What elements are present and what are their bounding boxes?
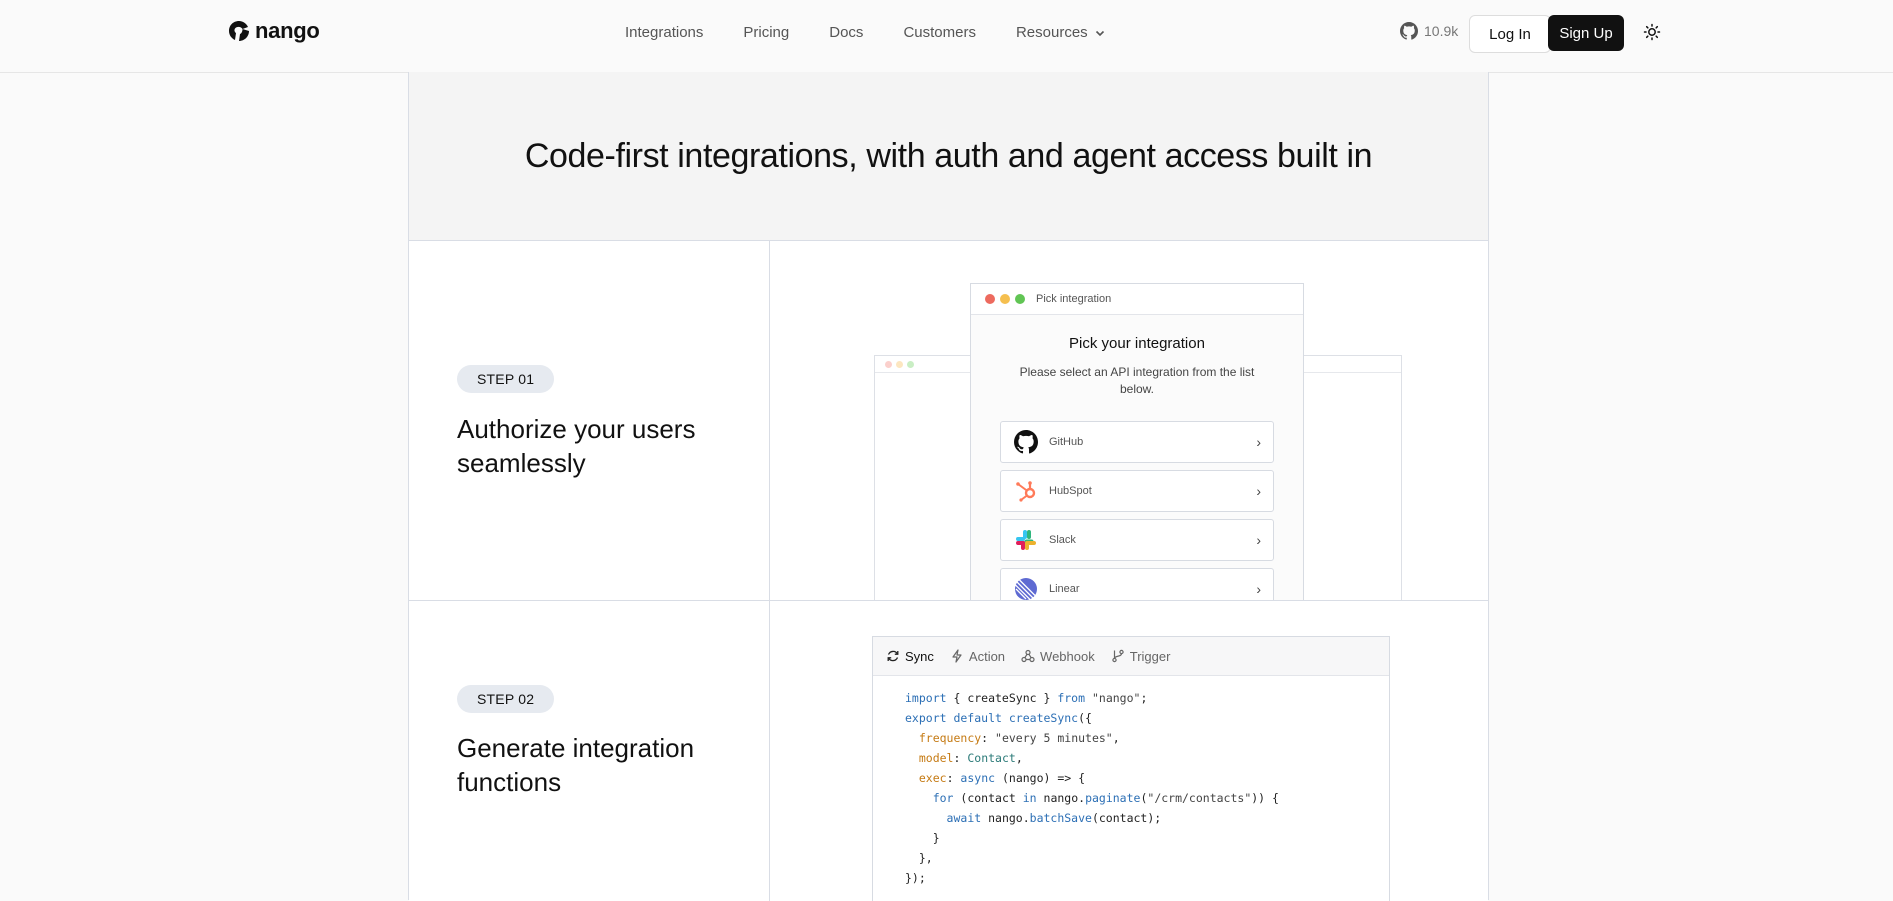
integration-name: Slack bbox=[1049, 534, 1076, 546]
tab-sync[interactable]: Sync bbox=[879, 644, 941, 669]
integration-name: GitHub bbox=[1049, 436, 1084, 448]
picker-subtitle: Please select an API integration from th… bbox=[1019, 365, 1255, 396]
integration-list: GitHub › HubSpot › Slack › Linear › bbox=[1000, 421, 1274, 600]
main-nav: Integrations Pricing Docs Customers Reso… bbox=[625, 22, 1106, 44]
step-02-section: STEP 02 Generate integration functions S… bbox=[409, 601, 1488, 901]
step-01-illustration: Pick integration Pick your integration P… bbox=[770, 241, 1488, 600]
linear-icon bbox=[1013, 576, 1039, 600]
tab-label: Trigger bbox=[1129, 648, 1171, 664]
integration-item-linear[interactable]: Linear › bbox=[1000, 568, 1274, 600]
nav-pricing[interactable]: Pricing bbox=[743, 22, 789, 44]
tab-label: Action bbox=[968, 648, 1006, 664]
hubspot-icon bbox=[1013, 478, 1039, 504]
tab-label: Sync bbox=[905, 648, 934, 664]
step-02-illustration: Sync Action Webhook Trigger import {cre… bbox=[770, 601, 1488, 901]
git-branch-icon bbox=[1112, 649, 1124, 663]
signup-button[interactable]: Sign Up bbox=[1548, 15, 1624, 51]
window-dot-icon bbox=[907, 360, 914, 368]
github-star-count: 10.9k bbox=[1424, 23, 1459, 39]
step-badge: STEP 02 bbox=[457, 685, 555, 713]
close-dot-icon bbox=[985, 294, 995, 304]
tab-label: Webhook bbox=[1040, 648, 1095, 664]
site-header: nango Integrations Pricing Docs Customer… bbox=[0, 0, 1893, 73]
code-tabs: Sync Action Webhook Trigger bbox=[873, 637, 1389, 676]
step-title: Generate integration functions bbox=[457, 733, 695, 797]
code-panel: Sync Action Webhook Trigger import {cre… bbox=[872, 636, 1390, 901]
nav-docs[interactable]: Docs bbox=[829, 22, 863, 44]
window-dot-icon bbox=[885, 360, 892, 368]
integration-item-hubspot[interactable]: HubSpot › bbox=[1000, 470, 1274, 512]
lightning-icon bbox=[952, 649, 962, 663]
github-icon bbox=[1013, 429, 1039, 455]
github-stars-link[interactable]: 10.9k bbox=[1400, 22, 1458, 40]
step-01-section: STEP 01 Authorize your users seamlessly … bbox=[409, 241, 1488, 601]
refresh-icon bbox=[887, 650, 899, 662]
picker-heading: Pick your integration bbox=[1069, 335, 1205, 352]
tab-action[interactable]: Action bbox=[943, 644, 1012, 669]
integration-name: HubSpot bbox=[1049, 485, 1092, 497]
step-02-text: STEP 02 Generate integration functions bbox=[409, 601, 770, 901]
integration-picker-window: Pick integration Pick your integration P… bbox=[970, 283, 1304, 600]
logo[interactable]: nango bbox=[227, 18, 320, 44]
nav-customers[interactable]: Customers bbox=[903, 22, 976, 44]
nav-integrations[interactable]: Integrations bbox=[625, 22, 703, 44]
tab-trigger[interactable]: Trigger bbox=[1104, 644, 1178, 669]
step-01-text: STEP 01 Authorize your users seamlessly bbox=[409, 241, 770, 600]
nav-resources-label: Resources bbox=[1015, 24, 1088, 41]
integration-name: Linear bbox=[1049, 583, 1080, 595]
chevron-right-icon: › bbox=[1256, 532, 1261, 548]
chevron-right-icon: › bbox=[1256, 483, 1261, 499]
webhook-icon bbox=[1021, 649, 1035, 663]
theme-toggle-sun-icon[interactable] bbox=[1643, 23, 1661, 41]
nav-resources[interactable]: Resources bbox=[1016, 22, 1106, 44]
chevron-down-icon bbox=[1095, 30, 1104, 37]
integration-item-slack[interactable]: Slack › bbox=[1000, 519, 1274, 561]
nango-logo-icon bbox=[229, 21, 249, 41]
chevron-right-icon: › bbox=[1256, 581, 1261, 597]
integration-item-github[interactable]: GitHub › bbox=[1000, 421, 1274, 463]
step-title: Authorize your users seamlessly bbox=[457, 414, 696, 478]
minimize-dot-icon bbox=[1000, 294, 1010, 304]
logo-text: nango bbox=[255, 18, 320, 43]
tab-webhook[interactable]: Webhook bbox=[1014, 644, 1102, 669]
window-dot-icon bbox=[896, 360, 903, 368]
github-icon bbox=[1400, 22, 1418, 40]
picker-title-bar: Pick integration bbox=[971, 284, 1303, 315]
login-button[interactable]: Log In bbox=[1469, 15, 1551, 53]
hero-title: Code-first integrations, with auth and a… bbox=[524, 136, 1373, 175]
slack-icon bbox=[1013, 527, 1039, 553]
picker-window-title: Pick integration bbox=[1036, 293, 1112, 305]
content-frame: Code-first integrations, with auth and a… bbox=[408, 72, 1489, 901]
code-block: import { createSync } from "nango"; expo… bbox=[905, 691, 1279, 885]
hero-section: Code-first integrations, with auth and a… bbox=[409, 72, 1488, 241]
maximize-dot-icon bbox=[1015, 294, 1025, 304]
chevron-right-icon: › bbox=[1256, 434, 1261, 450]
step-badge: STEP 01 bbox=[457, 365, 555, 393]
